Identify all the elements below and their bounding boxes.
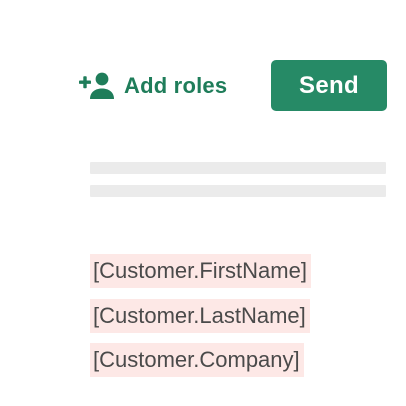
add-roles-label: Add roles — [124, 73, 228, 98]
send-button[interactable]: Send — [271, 60, 387, 111]
text-placeholder-line — [90, 185, 386, 197]
text-placeholder-line — [90, 162, 386, 174]
merge-field-company[interactable]: [Customer.Company] — [90, 343, 304, 377]
add-roles-button[interactable]: Add roles — [78, 68, 227, 104]
add-person-icon — [78, 70, 116, 102]
merge-field-last-name[interactable]: [Customer.LastName] — [90, 299, 310, 333]
merge-field-first-name[interactable]: [Customer.FirstName] — [90, 254, 311, 288]
toolbar: Add roles Send — [0, 0, 406, 120]
